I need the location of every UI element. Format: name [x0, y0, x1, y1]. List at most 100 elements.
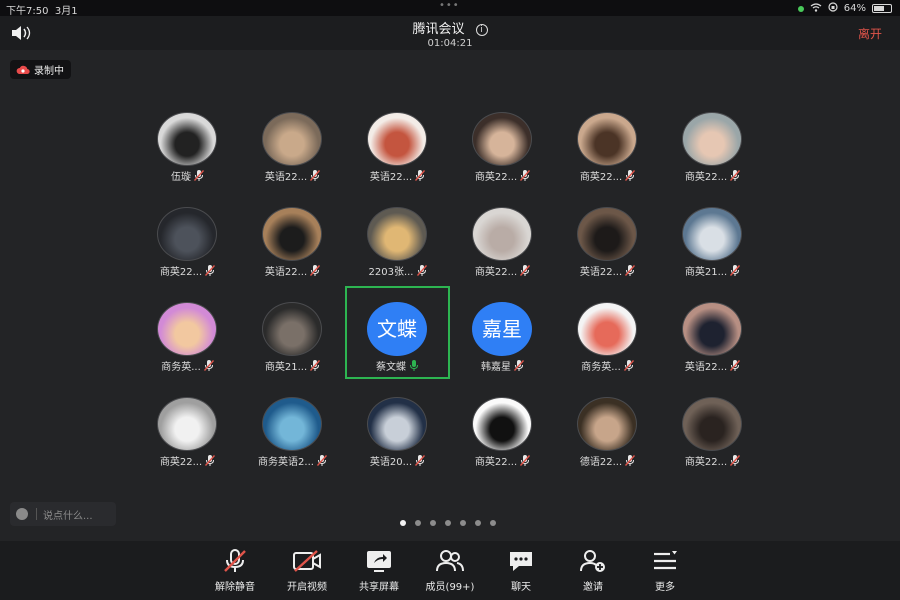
participant-tile[interactable]: 2203张... [345, 199, 450, 294]
participant-name-row: 2203张... [345, 263, 450, 278]
avatar [577, 397, 637, 451]
page-indicator[interactable] [400, 520, 496, 526]
participant-tile[interactable]: 英语22... [345, 104, 450, 199]
participant-tile[interactable]: 商务英语2... [240, 389, 345, 484]
participant-tile[interactable]: 商英21... [660, 199, 765, 294]
participant-tile[interactable]: 英语20... [345, 389, 450, 484]
participant-tile[interactable]: 商英22... [450, 104, 555, 199]
toolbar-invite-button[interactable]: 邀请 [558, 549, 628, 593]
toolbar-chat-button[interactable]: 聊天 [486, 549, 556, 593]
participant-tile[interactable]: 嘉星 韩嘉星 [450, 294, 555, 389]
participant-tile[interactable]: 文蝶 蔡文蝶 [345, 286, 450, 389]
recording-label: 录制中 [34, 66, 64, 77]
participant-name: 商英22... [579, 171, 623, 183]
page-dot[interactable] [415, 520, 421, 526]
meeting-title[interactable]: 腾讯会议 [412, 18, 464, 37]
emoji-icon[interactable] [16, 508, 28, 520]
participant-tile[interactable]: 英语22... [240, 104, 345, 199]
participant-tile[interactable]: 德语22... [555, 389, 660, 484]
participant-name: 商务英... [161, 361, 201, 373]
mic-muted-icon [193, 169, 205, 181]
participant-tile[interactable]: 商英22... [660, 104, 765, 199]
participant-tile[interactable]: 英语22... [660, 294, 765, 389]
avatar [157, 112, 217, 166]
leave-button[interactable]: 离开 [858, 25, 882, 42]
toolbar-label: 成员(99+) [425, 582, 475, 593]
participant-name: 商英22... [684, 456, 728, 468]
participant-name-row: 商英22... [135, 453, 240, 468]
participant-name-row: 韩嘉星 [450, 358, 555, 373]
toolbar-label: 更多 [655, 582, 675, 593]
toolbar-label: 邀请 [583, 582, 603, 593]
participant-name-row: 商英22... [450, 453, 555, 468]
page-dot[interactable] [490, 520, 496, 526]
toolbar-label: 聊天 [511, 582, 531, 593]
participant-name-row: 商务英... [135, 358, 240, 373]
recording-badge[interactable]: 录制中 [10, 60, 71, 79]
mic-muted-icon [203, 359, 214, 371]
mic-muted-icon [730, 359, 741, 371]
info-icon[interactable]: i [475, 24, 488, 36]
mic-muted-icon [513, 359, 525, 371]
participant-name: 商英22... [474, 456, 518, 468]
participant-tile[interactable]: 商英21... [240, 294, 345, 389]
participant-tile[interactable]: 商务英... [555, 294, 660, 389]
members-icon [415, 549, 485, 578]
meeting-header: 腾讯会议 i 01:04:21 离开 [0, 16, 900, 50]
participant-name: 英语22... [579, 266, 623, 278]
avatar [157, 207, 217, 261]
mic-muted-icon [200, 549, 270, 578]
avatar [262, 397, 322, 451]
participant-name: 英语22... [264, 171, 308, 183]
participant-tile[interactable]: 商英22... [135, 389, 240, 484]
toolbar-more-button[interactable]: 更多 [630, 549, 700, 593]
participant-name-row: 商英22... [660, 168, 765, 183]
lock-rotation-icon [828, 2, 838, 15]
share-screen-icon [344, 549, 414, 578]
mic-muted-icon [623, 359, 634, 371]
participant-tile[interactable]: 商英22... [450, 389, 555, 484]
toolbar-mic-muted-button[interactable]: 解除静音 [200, 549, 270, 593]
page-dot[interactable] [460, 520, 466, 526]
participant-name-row: 商英22... [450, 168, 555, 183]
page-dot[interactable] [445, 520, 451, 526]
avatar [682, 112, 742, 166]
camera-indicator-icon [797, 5, 804, 12]
participant-name-row: 商英22... [135, 263, 240, 278]
avatar [262, 302, 322, 356]
participant-name: 商英22... [684, 171, 728, 183]
toolbar-members-button[interactable]: 成员(99+) [415, 549, 485, 593]
avatar [682, 207, 742, 261]
participant-name: 英语22... [684, 361, 728, 373]
meeting-toolbar: 解除静音 开启视频 共享屏幕 成员(99+) 聊天 邀请 更多 [0, 541, 900, 600]
participant-name-row: 英语22... [555, 263, 660, 278]
participant-tile[interactable]: 商英22... [450, 199, 555, 294]
participant-name: 商英22... [474, 171, 518, 183]
mic-muted-icon [730, 169, 741, 181]
mic-muted-icon [310, 359, 321, 371]
meeting-duration: 01:04:21 [427, 38, 473, 49]
participant-tile[interactable]: 商英22... [555, 104, 660, 199]
participant-tile[interactable]: 伍璇 [135, 104, 240, 199]
avatar [262, 207, 322, 261]
toolbar-video-off-button[interactable]: 开启视频 [272, 549, 342, 593]
page-dot[interactable] [475, 520, 481, 526]
page-dot[interactable] [400, 520, 406, 526]
participant-tile[interactable]: 商英22... [660, 389, 765, 484]
participant-name: 英语22... [369, 171, 413, 183]
mic-muted-icon [520, 264, 531, 276]
toolbar-share-screen-button[interactable]: 共享屏幕 [344, 549, 414, 593]
participant-name: 商英21... [684, 266, 728, 278]
page-dot[interactable] [430, 520, 436, 526]
multitask-dots-icon[interactable]: ••• [439, 0, 460, 11]
participant-tile[interactable]: 英语22... [555, 199, 660, 294]
invite-icon [558, 549, 628, 578]
participant-name-row: 英语22... [240, 168, 345, 183]
chat-input[interactable]: 说点什么... [10, 502, 116, 526]
mic-muted-icon [205, 264, 216, 276]
participant-tile[interactable]: 商务英... [135, 294, 240, 389]
participant-tile[interactable]: 英语22... [240, 199, 345, 294]
participant-tile[interactable]: 商英22... [135, 199, 240, 294]
participant-name: 商英21... [264, 361, 308, 373]
avatar [577, 302, 637, 356]
